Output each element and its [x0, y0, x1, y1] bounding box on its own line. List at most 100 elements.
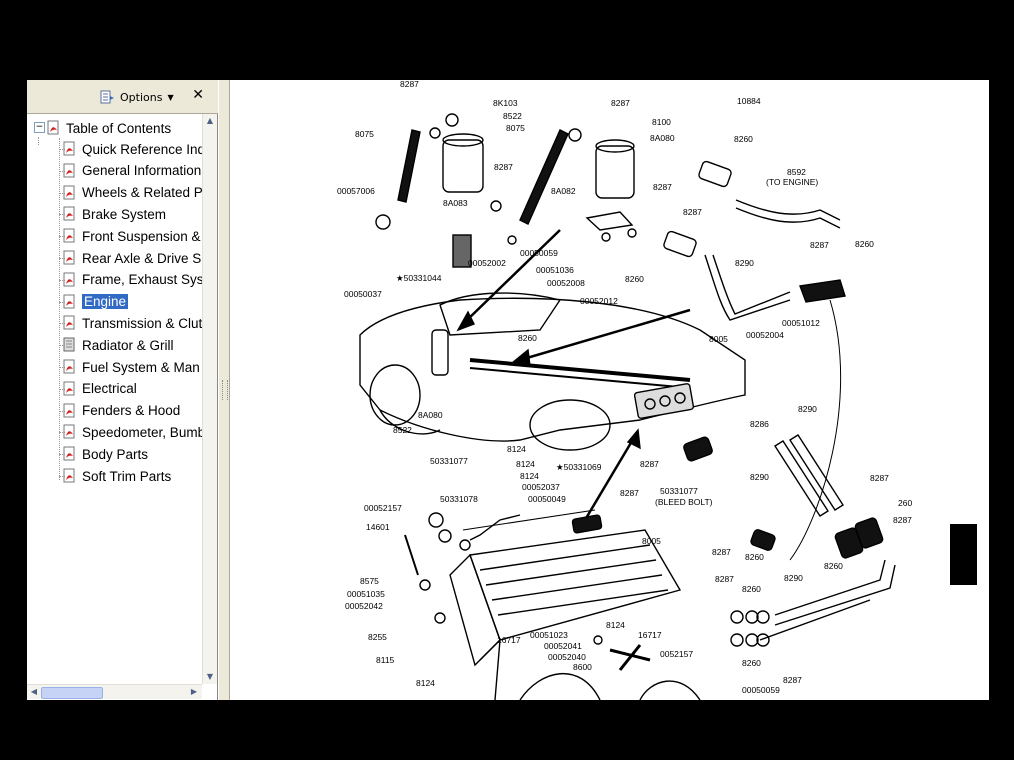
- hose-part: [519, 129, 569, 225]
- pdf-bookmark-icon: [63, 294, 75, 309]
- part-label: 8075: [355, 129, 374, 139]
- panel-header: Options ▼ ✕: [27, 80, 218, 114]
- reservoir-part: [442, 139, 484, 193]
- tree-item[interactable]: Fenders & Hood: [59, 401, 180, 421]
- part-label: 8287: [783, 675, 802, 685]
- document-page[interactable]: 8287 8K103 8522 8075 8075 8287 8100 8A08…: [230, 80, 989, 700]
- part-label: 8522: [393, 425, 412, 435]
- vertical-scrollbar[interactable]: ▲ ▼: [202, 114, 217, 684]
- part-label: 00052157: [364, 503, 402, 513]
- part-label: 8287: [611, 98, 630, 108]
- horizontal-scrollbar[interactable]: ◀ ▶: [27, 684, 202, 699]
- collapse-icon[interactable]: −: [34, 122, 45, 133]
- radiator-part: [469, 529, 682, 641]
- part-label: 8124: [516, 459, 535, 469]
- part-label: 16717: [638, 630, 662, 640]
- part-label: 00052041: [544, 641, 582, 651]
- part-label: 8287: [683, 207, 702, 217]
- tree-item[interactable]: Electrical: [59, 379, 137, 399]
- part-label: 8592: [787, 167, 806, 177]
- part-label: 8287: [712, 547, 731, 557]
- part-label: 00050059: [742, 685, 780, 695]
- part-label: 00052004: [746, 330, 784, 340]
- hose-part: [698, 160, 732, 188]
- part-label: 8260: [824, 561, 843, 571]
- part-label: 00052002: [468, 258, 506, 268]
- tree-item-label: Engine: [82, 294, 129, 310]
- tree-item-label: General Information: [82, 163, 202, 179]
- pipe-part: [759, 599, 871, 641]
- tree-item-label: Fuel System & Man: [82, 359, 200, 375]
- tree-item-label: Brake System: [82, 206, 167, 222]
- part-label: 8575: [360, 576, 379, 586]
- tree-item-label: Wheels & Related P: [82, 185, 202, 201]
- scroll-left-icon[interactable]: ◀: [27, 685, 41, 699]
- part-label: 8124: [416, 678, 435, 688]
- scroll-thumb[interactable]: [41, 687, 103, 699]
- tree-item[interactable]: Frame, Exhaust Sys: [59, 270, 202, 290]
- page-icon: [63, 337, 75, 352]
- scroll-right-icon[interactable]: ▶: [187, 685, 201, 699]
- tree-item[interactable]: Front Suspension &: [59, 226, 201, 246]
- tree-item[interactable]: Wheels & Related P: [59, 183, 202, 203]
- pipe-part: [735, 207, 841, 229]
- part-label: 0052157: [660, 649, 693, 659]
- part-label: 50331077: [660, 486, 698, 496]
- tree-item[interactable]: Speedometer, Bumb: [59, 422, 202, 442]
- exploded-parts-diagram: 8287 8K103 8522 8075 8075 8287 8100 8A08…: [337, 80, 912, 700]
- tree-item[interactable]: Radiator & Grill: [59, 335, 174, 355]
- part-label: 00052012: [580, 296, 618, 306]
- part-label: 00050037: [344, 289, 382, 299]
- part-label: 8287: [640, 459, 659, 469]
- bookmark-tree: − Table of Contents Quick Reference Ind G…: [27, 114, 202, 684]
- scroll-down-icon[interactable]: ▼: [203, 670, 217, 684]
- part-label: 00051023: [530, 630, 568, 640]
- part-label: 10884: [737, 96, 761, 106]
- part-label: 00057006: [337, 186, 375, 196]
- panel-splitter[interactable]: [218, 80, 230, 700]
- tree-root-table-of-contents[interactable]: Table of Contents: [47, 118, 171, 138]
- part-label: 8100: [652, 117, 671, 127]
- pipe-part: [735, 199, 841, 221]
- tree-item-label: Soft Trim Parts: [82, 468, 172, 484]
- tree-item[interactable]: Quick Reference Ind: [59, 139, 202, 159]
- part-label: 50331078: [440, 494, 478, 504]
- options-label: Options: [120, 90, 163, 104]
- close-panel-button[interactable]: ✕: [192, 87, 204, 103]
- tree-item-label: Radiator & Grill: [82, 337, 174, 353]
- part-label: 00050059: [520, 248, 558, 258]
- pdf-bookmark-icon: [63, 359, 75, 374]
- part-label: 8005: [642, 536, 661, 546]
- splitter-grip-icon[interactable]: [222, 380, 228, 400]
- part-label: (TO ENGINE): [766, 177, 818, 187]
- pdf-bookmark-icon: [63, 185, 75, 200]
- part-label: 8260: [742, 584, 761, 594]
- pdf-bookmark-icon: [63, 446, 75, 461]
- options-button[interactable]: Options ▼: [99, 88, 174, 106]
- part-label: 8287: [653, 182, 672, 192]
- part-label: 00051036: [536, 265, 574, 275]
- tree-item-label: Body Parts: [82, 446, 149, 462]
- tree-item[interactable]: Fuel System & Man: [59, 357, 200, 377]
- pdf-bookmark-icon: [63, 315, 75, 330]
- part-label: 8290: [784, 573, 803, 583]
- tree-item[interactable]: General Information: [59, 161, 202, 181]
- tree-item[interactable]: Soft Trim Parts: [59, 466, 172, 486]
- chevron-down-icon: ▼: [167, 92, 174, 102]
- part-label: 8124: [520, 471, 539, 481]
- part-label: 8005: [709, 334, 728, 344]
- part-label: 8287: [810, 240, 829, 250]
- tree-item-label: Rear Axle & Drive Sl: [82, 250, 202, 266]
- pdf-bookmark-icon: [63, 141, 75, 156]
- part-label: 00052037: [522, 482, 560, 492]
- tree-item[interactable]: Rear Axle & Drive Sl: [59, 248, 202, 268]
- tree-item[interactable]: Brake System: [59, 204, 167, 224]
- hose-part: [683, 436, 713, 462]
- scroll-up-icon[interactable]: ▲: [203, 114, 217, 128]
- hose-part: [774, 440, 829, 517]
- tree-item[interactable]: Transmission & Clut: [59, 313, 202, 333]
- tree-item-label: Table of Contents: [66, 120, 172, 136]
- part-label: 8260: [625, 274, 644, 284]
- tree-item[interactable]: Body Parts: [59, 444, 149, 464]
- tree-item[interactable]: Engine: [59, 292, 129, 312]
